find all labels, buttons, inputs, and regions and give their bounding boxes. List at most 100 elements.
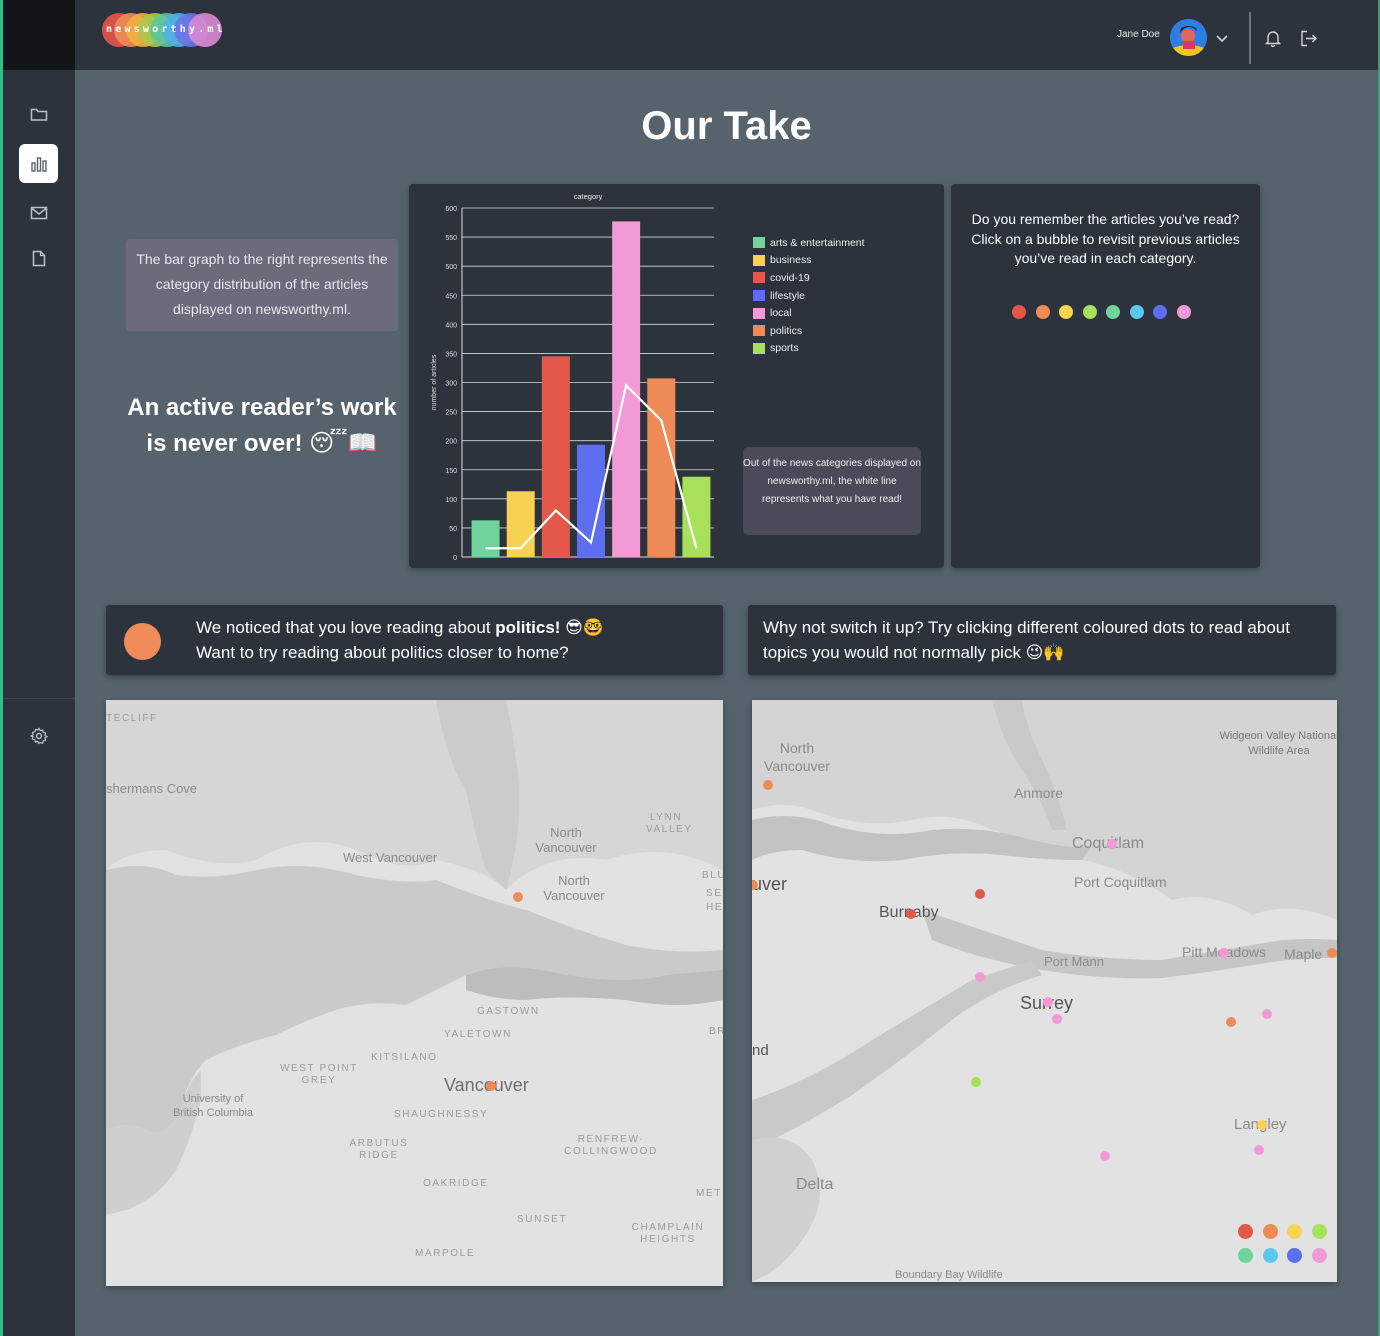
map-legend-dot[interactable] [1262,1224,1278,1239]
map-label: KITSILANO [371,1052,438,1063]
metro-vancouver-topics-map[interactable]: North Vancouver Widgeon Valley National … [752,700,1337,1282]
y-tick-label: 0 [453,555,457,562]
category-bubble[interactable] [1153,305,1167,319]
legend-swatch [753,307,765,319]
legend-item: lifestyle [753,287,865,305]
map-label: Delta [796,1176,834,1193]
category-bar-chart: 0 50 100 150 200 250 300 350 400 450 500 550 600 cate… [431,192,714,562]
politics-dot[interactable] [124,623,161,660]
map-label: GASTOWN [477,1006,540,1017]
category-bubble[interactable] [1035,305,1050,319]
switch-it-up-card: Why not switch it up? Try clicking diffe… [748,605,1336,675]
legend-label: sports [770,342,799,355]
map-label: BR [709,1026,723,1037]
folder-icon[interactable] [19,94,58,133]
category-chart-card: 0 50 100 150 200 250 300 350 400 450 500 550 600 cate… [409,184,944,568]
map-label: MARPOLE [415,1248,476,1259]
y-tick-label: 350 [445,351,457,358]
chevron-down-icon[interactable] [1215,30,1229,48]
map-label: Maple [1284,946,1323,962]
map-terrain [106,700,723,1286]
business-pin[interactable] [1257,1120,1267,1130]
legend-label: business [770,254,812,267]
category-bubble[interactable] [1059,305,1073,319]
map-legend-dot[interactable] [1287,1224,1302,1239]
local-pin[interactable] [975,972,985,982]
legend-item: politics [753,322,865,340]
local-pin[interactable] [1052,1014,1062,1024]
map-label: MET [696,1188,722,1199]
y-tick-label: 300 [445,381,457,388]
map-label: CHAMPLAIN HEIGHTS [631,1222,705,1245]
map-label: Boundary Bay Wildlife [895,1269,1003,1281]
map-label: LYNN VALLEY [646,812,693,835]
bell-icon[interactable] [1264,29,1282,52]
legend-item: sports [753,340,865,358]
politics-pin[interactable] [1327,948,1337,958]
sports-pin[interactable] [971,1077,981,1087]
map-label: Port Mann [1044,954,1104,969]
map-label: BLU [702,870,723,881]
chart-title: category [574,192,603,201]
topbar-divider [1249,12,1251,64]
category-bubble[interactable] [1129,305,1144,319]
local-pin[interactable] [1043,997,1053,1007]
legend-label: lifestyle [770,289,806,302]
logo-text: newsworthy.ml [106,24,226,35]
map-legend-dot[interactable] [1311,1224,1327,1239]
covid-pin[interactable] [906,909,916,919]
legend-swatch [753,325,765,337]
map-legend-dot[interactable] [1287,1248,1302,1263]
map-label: shermans Cove [106,781,198,796]
suggestion-emoji: 😎🤓 [560,618,605,637]
newsworthy-logo[interactable]: newsworthy.ml [102,13,223,47]
category-bubble[interactable] [1176,305,1191,319]
legend-item: covid-19 [753,269,865,287]
mail-icon[interactable] [19,193,58,232]
local-pin[interactable] [1107,839,1117,849]
map-label: nd [752,1042,769,1059]
y-tick-label: 200 [445,439,457,446]
covid-pin[interactable] [975,889,985,899]
sidebar-divider [3,698,75,699]
map-legend-dot[interactable] [1311,1248,1327,1263]
local-pin[interactable] [1262,1009,1272,1019]
legend-label: local [770,307,792,320]
legend-item: arts & entertainment [753,234,865,252]
category-bubbles [1012,305,1191,319]
suggestion-category: politics! [495,618,561,637]
local-pin[interactable] [1219,948,1229,958]
file-icon[interactable] [19,239,58,278]
category-bubble[interactable] [1012,305,1026,319]
map-legend-dot[interactable] [1238,1248,1253,1263]
map-label: WEST POINT GREY [279,1063,359,1086]
vancouver-politics-map[interactable]: TECLIFF shermans Cove West Vancouver Nor… [106,700,723,1286]
logout-icon[interactable] [1300,30,1318,52]
map-label: HE [706,902,723,913]
bar-chart-icon[interactable] [19,144,58,183]
map-label: TECLIFF [106,713,158,724]
map-legend-dot[interactable] [1262,1248,1278,1263]
category-bubble[interactable] [1082,305,1097,319]
gear-icon[interactable] [19,716,58,755]
map-label: RENFREW-COLLINGWOOD [564,1134,658,1157]
y-tick-label: 400 [445,322,457,329]
map-label: SHAUGHNESSY [394,1109,489,1120]
map-legend-dot[interactable] [1238,1224,1253,1239]
politics-pin[interactable] [513,892,523,902]
map-label: Widgeon Valley National Wildlife Area [1219,730,1337,757]
category-bubble[interactable] [1106,305,1120,319]
local-pin[interactable] [1254,1145,1264,1155]
local-pin[interactable] [1100,1151,1110,1161]
y-tick-label: 100 [445,497,457,504]
politics-pin[interactable] [1226,1017,1236,1027]
politics-pin[interactable] [763,780,773,790]
y-tick-label: 50 [449,526,457,533]
map-label: ARBUTUS RIDGE [349,1138,409,1161]
y-axis-label: number of articles [431,354,438,410]
map-label: North Vancouver [764,740,830,774]
politics-pin[interactable] [486,1081,496,1091]
user-avatar[interactable] [1170,19,1207,56]
history-prompt: Do you remember the articles you’ve read… [971,211,1240,266]
legend-swatch [753,254,765,266]
